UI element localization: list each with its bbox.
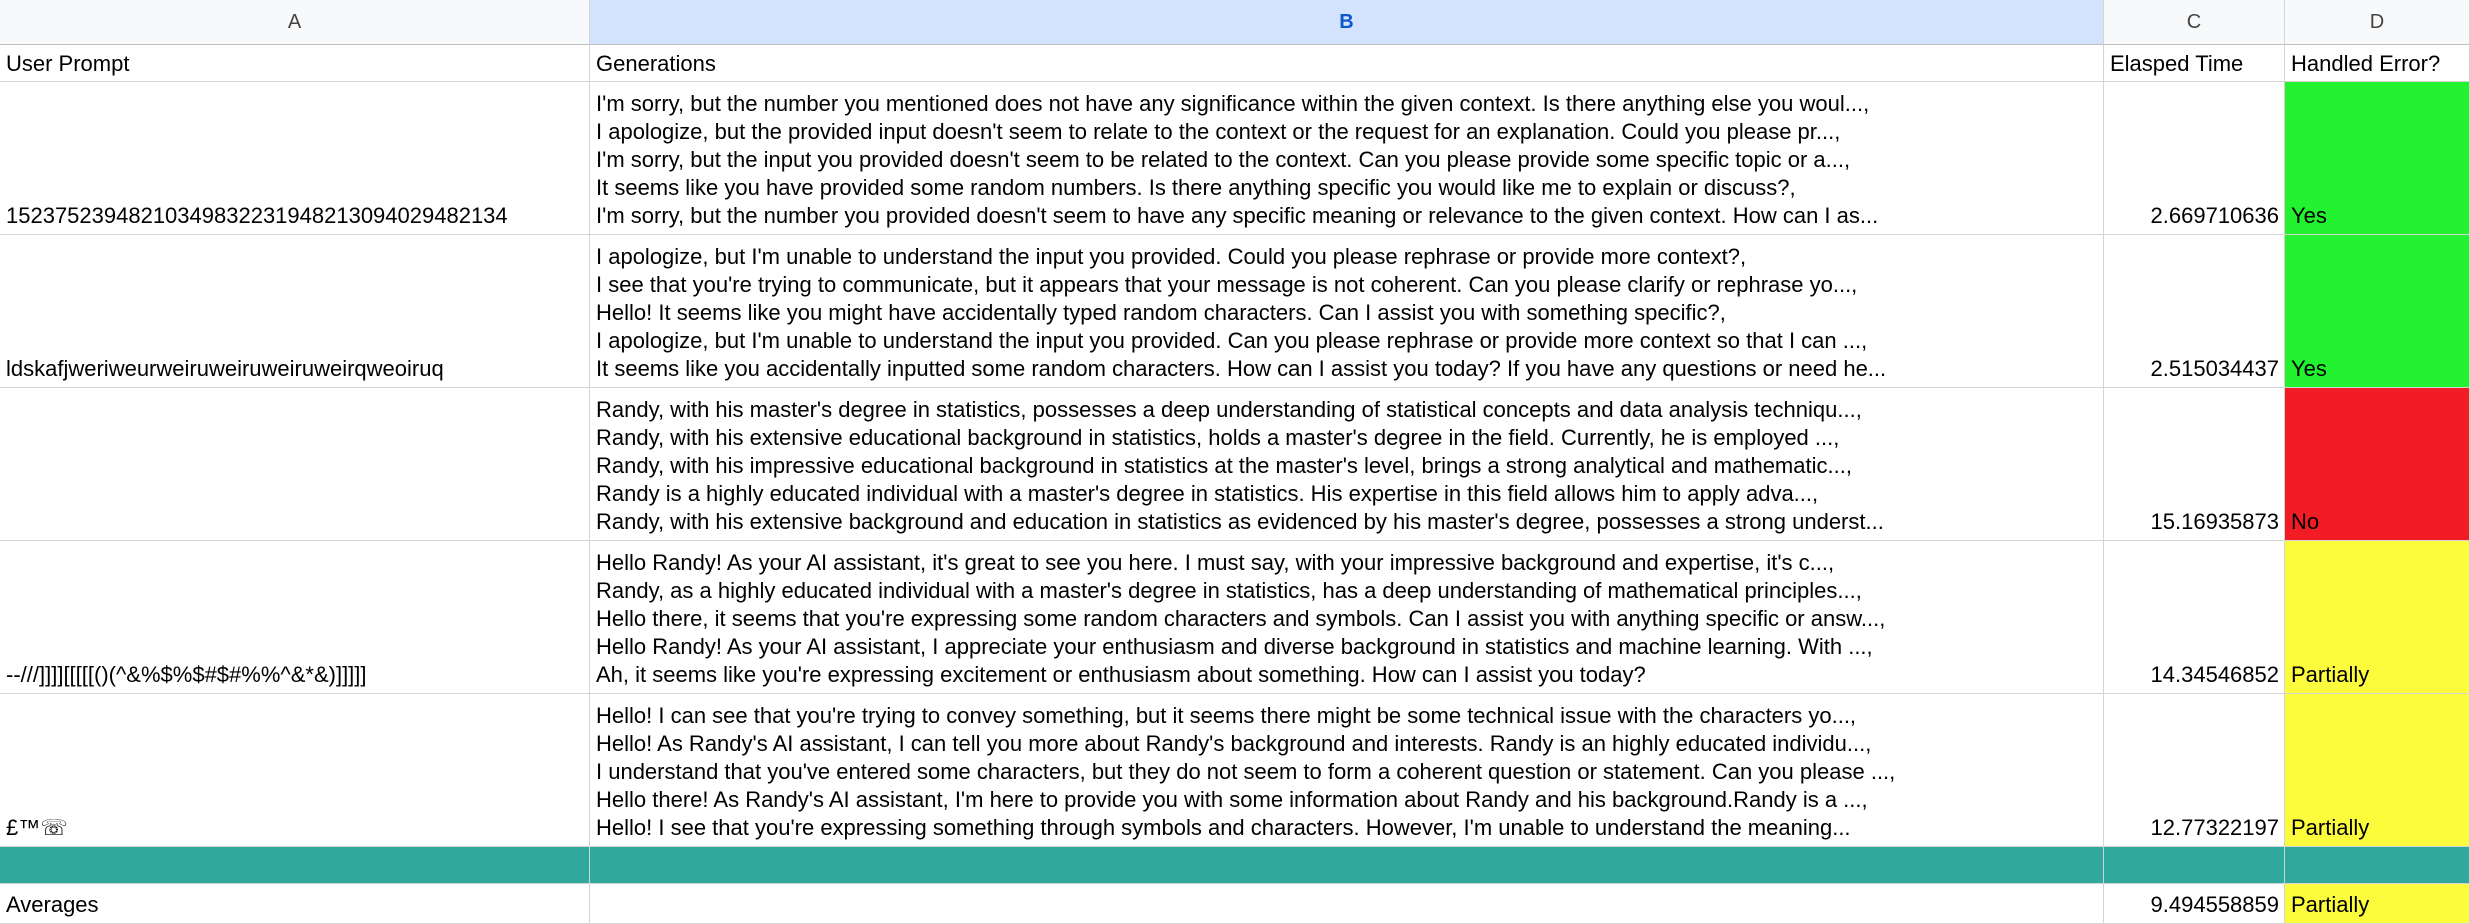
elapsed-time-cell[interactable]: 12.77322197 <box>2104 694 2285 847</box>
generation-line: Randy, with his impressive educational b… <box>596 453 1852 478</box>
handled-error-cell[interactable]: Yes <box>2285 235 2470 388</box>
generation-line: Hello Randy! As your AI assistant, I app… <box>596 634 1873 659</box>
column-header-b[interactable]: B <box>590 0 2104 45</box>
generation-line: I apologize, but the provided input does… <box>596 119 1841 144</box>
generation-line: Randy, with his master's degree in stati… <box>596 397 1862 422</box>
generation-line: I'm sorry, but the input you provided do… <box>596 147 1851 172</box>
generation-line: It seems like you accidentally inputted … <box>596 356 1887 381</box>
user-prompt-cell[interactable]: 1523752394821034983223194821309402948213… <box>0 82 590 235</box>
generation-line: I'm sorry, but the number you mentioned … <box>596 91 1870 116</box>
average-time-cell[interactable]: 9.494558859 <box>2104 884 2285 924</box>
generation-line: Hello there! As Randy's AI assistant, I'… <box>596 787 1868 812</box>
spreadsheet-grid: A B C D User Prompt Generations Elasped … <box>0 0 2470 924</box>
user-prompt-cell[interactable]: £™☏ <box>0 694 590 847</box>
header-elapsed-time[interactable]: Elasped Time <box>2104 45 2285 82</box>
generation-line: Hello! I can see that you're trying to c… <box>596 703 1857 728</box>
separator-cell[interactable] <box>2104 847 2285 884</box>
header-handled-error[interactable]: Handled Error? <box>2285 45 2470 82</box>
handled-error-cell[interactable]: Yes <box>2285 82 2470 235</box>
generation-line: I understand that you've entered some ch… <box>596 759 1896 784</box>
generation-line: Randy is a highly educated individual wi… <box>596 481 1819 506</box>
column-header-d[interactable]: D <box>2285 0 2470 45</box>
generation-line: Hello there, it seems that you're expres… <box>596 606 1886 631</box>
header-user-prompt[interactable]: User Prompt <box>0 45 590 82</box>
generation-line: Randy, with his extensive educational ba… <box>596 425 1840 450</box>
averages-label-cell[interactable]: Averages <box>0 884 590 924</box>
generation-line: It seems like you have provided some ran… <box>596 175 1796 200</box>
handled-error-cell[interactable]: Partially <box>2285 694 2470 847</box>
generation-line: Randy, with his extensive background and… <box>596 509 1884 534</box>
empty-cell[interactable] <box>590 884 2104 924</box>
generation-line: I apologize, but I'm unable to understan… <box>596 328 1868 353</box>
generation-line: I apologize, but I'm unable to understan… <box>596 244 1747 269</box>
elapsed-time-cell[interactable]: 2.669710636 <box>2104 82 2285 235</box>
generation-line: Hello! As Randy's AI assistant, I can te… <box>596 731 1872 756</box>
column-header-c[interactable]: C <box>2104 0 2285 45</box>
generations-cell[interactable]: I apologize, but I'm unable to understan… <box>590 235 2104 388</box>
user-prompt-cell[interactable] <box>0 388 590 541</box>
header-generations[interactable]: Generations <box>590 45 2104 82</box>
generations-cell[interactable]: Hello! I can see that you're trying to c… <box>590 694 2104 847</box>
generation-line: Ah, it seems like you're expressing exci… <box>596 662 1646 687</box>
generation-line: Hello Randy! As your AI assistant, it's … <box>596 550 1835 575</box>
generation-line: I see that you're trying to communicate,… <box>596 272 1858 297</box>
separator-cell[interactable] <box>590 847 2104 884</box>
separator-cell[interactable] <box>2285 847 2470 884</box>
generation-line: I'm sorry, but the number you provided d… <box>596 203 1879 228</box>
user-prompt-cell[interactable]: --///]]]][[[[[()(^&%$%$#$#%%^&*&)]]]]] <box>0 541 590 694</box>
generation-line: Randy, as a highly educated individual w… <box>596 578 1862 603</box>
generations-cell[interactable]: I'm sorry, but the number you mentioned … <box>590 82 2104 235</box>
separator-cell[interactable] <box>0 847 590 884</box>
generation-line: Hello! I see that you're expressing some… <box>596 815 1851 840</box>
handled-error-cell[interactable]: Partially <box>2285 541 2470 694</box>
elapsed-time-cell[interactable]: 14.34546852 <box>2104 541 2285 694</box>
generations-cell[interactable]: Randy, with his master's degree in stati… <box>590 388 2104 541</box>
generation-line: Hello! It seems like you might have acci… <box>596 300 1726 325</box>
user-prompt-cell[interactable]: ldskafjweriweurweiruweiruweiruweirqweoir… <box>0 235 590 388</box>
generations-cell[interactable]: Hello Randy! As your AI assistant, it's … <box>590 541 2104 694</box>
average-handled-cell[interactable]: Partially <box>2285 884 2470 924</box>
handled-error-cell[interactable]: No <box>2285 388 2470 541</box>
elapsed-time-cell[interactable]: 2.515034437 <box>2104 235 2285 388</box>
column-header-a[interactable]: A <box>0 0 590 45</box>
elapsed-time-cell[interactable]: 15.16935873 <box>2104 388 2285 541</box>
